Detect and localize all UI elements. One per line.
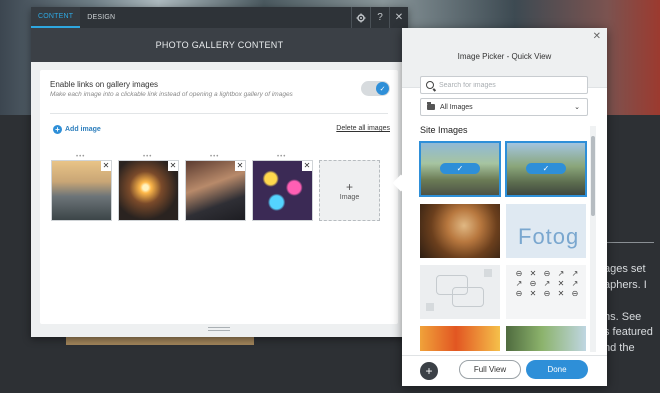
gallery-settings-card: Enable links on gallery images Make each… [40,70,398,324]
remove-image-icon[interactable]: ✕ [235,161,245,171]
delete-all-images-link[interactable]: Delete all images [336,125,390,132]
gallery-thumbnail[interactable]: ••• ✕ [185,154,246,221]
site-image-tile[interactable]: Fotog [506,204,586,258]
tab-content[interactable]: CONTENT [31,7,81,28]
image-picker-panel: Image Picker - Quick View ✕ All Images ⌄… [392,28,607,386]
photo-gallery-panel: CONTENT DESIGN ? ✕ PHOTO GALLERY CONTENT… [31,7,408,337]
gallery-thumbnail[interactable]: ••• ✕ [252,154,313,221]
scrollbar-thumb[interactable] [591,136,595,216]
remove-image-icon[interactable]: ✕ [168,161,178,171]
check-icon: ✓ [440,163,480,174]
gallery-thumbnail[interactable]: ••• ✕ [51,154,112,221]
background-text-line: aphers. I [604,279,647,291]
help-icon[interactable]: ? [370,7,389,28]
tab-design[interactable]: DESIGN [80,7,122,28]
panel-toolbar: CONTENT DESIGN ? ✕ [31,7,408,28]
done-button[interactable]: Done [526,360,588,379]
divider [50,113,388,114]
site-image-tile[interactable] [420,204,500,258]
option-description: Make each image into a clickable link in… [50,91,293,98]
scrollbar[interactable] [590,126,596,352]
full-view-button[interactable]: Full View [459,360,521,379]
search-input[interactable] [439,81,579,89]
background-divider [606,242,654,243]
plus-icon: + [345,179,353,194]
section-title: Site Images [420,125,468,135]
add-image-button[interactable]: + [420,362,438,380]
add-image-label: Add image [65,126,101,133]
resize-handle[interactable] [208,327,230,331]
gallery-thumbnail[interactable]: ••• ✕ [118,154,179,221]
background-text-line: s featured [604,326,653,338]
folder-icon [427,102,435,110]
plus-icon: + [53,125,62,134]
drag-handle-icon[interactable]: ••• [143,154,152,160]
check-icon: ✓ [526,163,566,174]
site-image-tile[interactable]: ✓ [419,141,501,197]
chevron-down-icon: ⌄ [574,104,580,111]
add-image-link[interactable]: + Add image [53,125,101,134]
enable-links-toggle[interactable]: ✓ [361,81,390,96]
picker-footer: + Full View Done [402,355,607,386]
site-image-tile[interactable]: ✓ [505,141,587,197]
search-icon [426,81,434,89]
panel-title: PHOTO GALLERY CONTENT [31,28,408,62]
close-icon[interactable]: ✕ [593,31,601,42]
add-tile-label: Image [339,193,360,201]
folder-select-value: All Images [440,103,473,111]
drag-handle-icon[interactable]: ••• [76,154,85,160]
remove-image-icon[interactable]: ✕ [302,161,312,171]
background-text-line: ages set [604,263,646,275]
option-title: Enable links on gallery images [50,80,159,89]
site-image-tile[interactable] [420,265,500,319]
drag-handle-icon[interactable]: ••• [277,154,286,160]
icon-set-preview: ⊖ ✕ ⊖ ↗ ↗ ↗ ⊖ ↗ ✕ ↗ ⊖ ✕ ⊖ ✕ ⊖ [515,269,579,298]
site-image-tile[interactable] [506,326,586,351]
remove-image-icon[interactable]: ✕ [101,161,111,171]
image-text: Fotog [518,224,580,249]
site-image-tile[interactable]: ⊖ ✕ ⊖ ↗ ↗ ↗ ⊖ ↗ ✕ ↗ ⊖ ✕ ⊖ ✕ ⊖ [506,265,586,319]
close-icon[interactable]: ✕ [389,7,408,28]
check-icon: ✓ [376,82,389,95]
background-text-line: nd the [604,342,635,354]
site-image-tile[interactable] [420,326,500,351]
picker-title: Image Picker - Quick View [457,52,552,61]
drag-handle-icon[interactable]: ••• [210,154,219,160]
gear-icon[interactable] [351,7,370,28]
add-image-tile[interactable]: + Image [319,160,380,221]
folder-select[interactable]: All Images ⌄ [420,98,588,116]
search-field[interactable] [420,76,588,94]
